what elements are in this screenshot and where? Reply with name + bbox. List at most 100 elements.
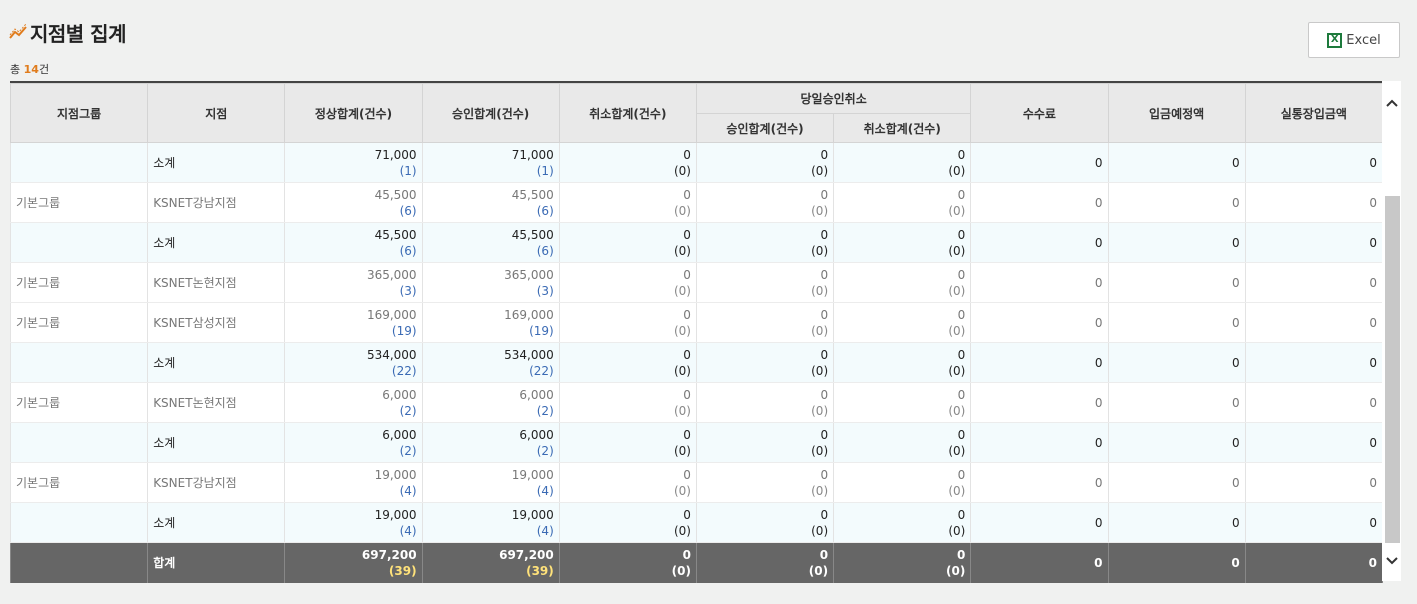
count: (1) bbox=[399, 163, 417, 178]
amount: 0 bbox=[683, 147, 691, 162]
scrollbar-thumb[interactable] bbox=[1385, 196, 1400, 543]
chevron-up-icon[interactable] bbox=[1382, 93, 1401, 113]
amount: 0 bbox=[957, 467, 966, 482]
count: (0) bbox=[811, 403, 829, 418]
count: (0) bbox=[948, 443, 966, 458]
cell-sameday-approve: 0 (0) bbox=[695, 502, 835, 543]
amount: 19,000 bbox=[511, 467, 554, 482]
subtotal-row[interactable]: 소계 534,000 (22) 534,000 (22) 0 (0) 0 (0) 0 (0) 0 0 0 bbox=[9, 342, 1384, 383]
count: (0) bbox=[948, 403, 966, 418]
subtotal-row[interactable]: 소계 19,000 (4) 19,000 (4) 0 (0) 0 (0) 0 (0) 0 0 0 bbox=[9, 502, 1384, 543]
table-row[interactable]: 기본그룹 KSNET논현지점 6,000 (2) 6,000 (2) 0 (0) 0 (0) 0 (0… bbox=[9, 382, 1384, 423]
amount: 0 bbox=[683, 187, 691, 202]
amount: 0 bbox=[683, 387, 691, 402]
col-header-approve-total[interactable]: 승인합계(건수) bbox=[421, 83, 560, 143]
cell-deposit: 0 bbox=[1107, 462, 1246, 503]
col-header-deposit-expected[interactable]: 입금예정액 bbox=[1107, 83, 1246, 143]
cell-branch: KSNET강남지점 bbox=[147, 462, 286, 503]
summary-table-container: 지점그룹 지점 정상합계(건수) 승인합계(건수) 취소합계(건수) 당일승인취… bbox=[9, 81, 1401, 583]
count: (0) bbox=[948, 283, 966, 298]
cell-deposit: 0 bbox=[1107, 422, 1246, 463]
table-row[interactable]: 기본그룹 KSNET논현지점 365,000 (3) 365,000 (3) 0 (0) 0 (0… bbox=[9, 262, 1384, 303]
amount: 6,000 bbox=[519, 387, 554, 402]
cell-cancel: 0 (0) bbox=[558, 302, 697, 343]
amount: 45,500 bbox=[511, 227, 554, 242]
table-row[interactable]: 기본그룹 KSNET강남지점 45,500 (6) 45,500 (6) 0 (0) 0 (0) 0… bbox=[9, 182, 1384, 223]
count: (0) bbox=[673, 203, 691, 218]
cell-approve: 6,000 (2) bbox=[421, 382, 560, 423]
table-row[interactable]: 기본그룹 KSNET강남지점 19,000 (4) 19,000 (4) 0 (0) 0 (0) 0… bbox=[9, 462, 1384, 503]
amount: 0 bbox=[820, 307, 829, 322]
excel-download-button[interactable]: X Excel bbox=[1308, 22, 1400, 58]
amount: 0 bbox=[683, 467, 691, 482]
amount: 0 bbox=[683, 267, 691, 282]
cell-fee: 0 bbox=[970, 182, 1109, 223]
amount: 0 bbox=[819, 547, 829, 562]
col-header-actual-deposit[interactable]: 실통장입금액 bbox=[1244, 83, 1384, 143]
cell-normal: 45,500 (6) bbox=[284, 182, 423, 223]
cell-sameday-approve: 0 (0) bbox=[695, 422, 835, 463]
total-count-text: 총 14건 bbox=[10, 61, 49, 77]
total-count: 14 bbox=[23, 63, 39, 76]
col-header-group[interactable]: 지점그룹 bbox=[9, 83, 149, 143]
cell-cancel: 0 (0) bbox=[558, 382, 697, 423]
cell-branch: 소계 bbox=[147, 222, 286, 263]
cell-sameday-cancel: 0 (0) bbox=[833, 342, 972, 383]
cell-branch: 소계 bbox=[147, 142, 286, 183]
cell-approve: 45,500 (6) bbox=[421, 182, 560, 223]
subtotal-row[interactable]: 소계 6,000 (2) 6,000 (2) 0 (0) 0 (0) 0 (0) 0 0 0 bbox=[9, 422, 1384, 463]
count: (1) bbox=[536, 163, 554, 178]
cell-normal: 6,000 (2) bbox=[284, 382, 423, 423]
col-header-sameday-cancel[interactable]: 취소합계(건수) bbox=[833, 113, 972, 143]
col-header-branch[interactable]: 지점 bbox=[147, 83, 286, 143]
col-header-fee[interactable]: 수수료 bbox=[970, 83, 1109, 143]
amount: 0 bbox=[957, 507, 966, 522]
count: (2) bbox=[536, 443, 554, 458]
col-header-sameday-approve[interactable]: 승인합계(건수) bbox=[695, 113, 835, 143]
count: (4) bbox=[536, 483, 554, 498]
col-header-sameday: 당일승인취소 bbox=[695, 83, 972, 114]
table-scrollbar[interactable] bbox=[1382, 81, 1401, 581]
amount: 0 bbox=[820, 427, 829, 442]
table-row[interactable]: 기본그룹 KSNET삼성지점 169,000 (19) 169,000 (19) 0 (0) 0… bbox=[9, 302, 1384, 343]
amount: 19,000 bbox=[511, 507, 554, 522]
chevron-down-icon[interactable] bbox=[1382, 551, 1401, 571]
subtotal-row[interactable]: 소계 45,500 (6) 45,500 (6) 0 (0) 0 (0) 0 (0) 0 0 0 bbox=[9, 222, 1384, 263]
cell-approve: 169,000 (19) bbox=[421, 302, 560, 343]
amount: 45,500 bbox=[374, 227, 417, 242]
count: (2) bbox=[399, 403, 417, 418]
cell-approve: 19,000 (4) bbox=[421, 462, 560, 503]
count: (4) bbox=[399, 483, 417, 498]
count: (6) bbox=[399, 243, 417, 258]
total-suffix: 건 bbox=[38, 63, 50, 76]
col-header-normal-total[interactable]: 정상합계(건수) bbox=[284, 83, 423, 143]
cell-sameday-approve: 0 (0) bbox=[695, 302, 835, 343]
amount: 0 bbox=[683, 227, 691, 242]
cell-cancel: 0 (0) bbox=[558, 142, 697, 183]
amount: 534,000 bbox=[504, 347, 554, 362]
amount: 534,000 bbox=[366, 347, 417, 362]
cell-normal: 534,000 (22) bbox=[284, 342, 423, 383]
count: (0) bbox=[673, 403, 691, 418]
cell-actual: 0 bbox=[1244, 502, 1384, 543]
cell-group: 기본그룹 bbox=[9, 182, 149, 223]
cell-deposit: 0 bbox=[1107, 382, 1246, 423]
cell-sameday-cancel: 0 (0) bbox=[833, 262, 972, 303]
amount: 0 bbox=[820, 147, 829, 162]
branch-summary-table: 지점그룹 지점 정상합계(건수) 승인합계(건수) 취소합계(건수) 당일승인취… bbox=[9, 83, 1384, 583]
cell-fee: 0 bbox=[970, 502, 1109, 543]
col-header-cancel-total[interactable]: 취소합계(건수) bbox=[558, 83, 697, 143]
cell-sameday-approve: 0 (0) bbox=[695, 342, 835, 383]
amount: 0 bbox=[957, 267, 966, 282]
cell-branch: KSNET논현지점 bbox=[147, 382, 286, 423]
count: (0) bbox=[948, 363, 966, 378]
subtotal-row[interactable]: 소계 71,000 (1) 71,000 (1) 0 (0) 0 (0) 0 (0) 0 0 0 bbox=[9, 142, 1384, 183]
cell-normal: 365,000 (3) bbox=[284, 262, 423, 303]
count: (0) bbox=[811, 243, 829, 258]
count: (6) bbox=[536, 203, 554, 218]
cell-branch: KSNET논현지점 bbox=[147, 262, 286, 303]
amount: 0 bbox=[957, 227, 966, 242]
excel-button-label: Excel bbox=[1346, 32, 1381, 48]
cell-actual: 0 bbox=[1244, 182, 1384, 223]
cell-branch: 소계 bbox=[147, 502, 286, 543]
